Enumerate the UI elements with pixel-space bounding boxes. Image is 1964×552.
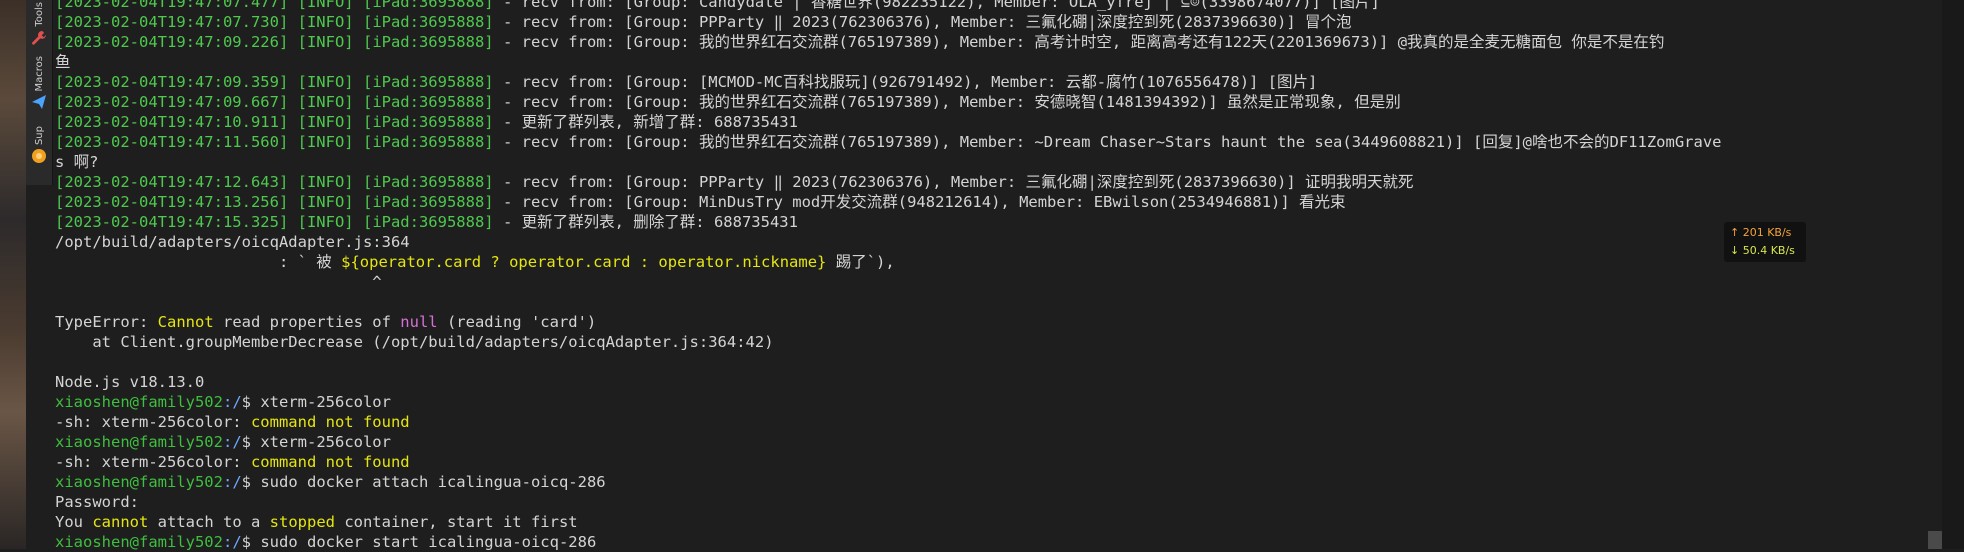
tools-label: Tools: [33, 2, 45, 27]
send-icon: [32, 95, 46, 110]
log-line: [2023-02-04T19:47:09.226] [INFO] [iPad:3…: [55, 33, 1665, 51]
sup-label: Sup: [33, 126, 45, 146]
terminal-output[interactable]: [2023-02-04T19:47:07.477] [INFO] [iPad:3…: [55, 0, 1925, 552]
log-line: [2023-02-04T19:47:07.477] [INFO] [iPad:3…: [55, 0, 1380, 11]
prompt-line: xiaoshen@family502:/$ sudo docker attach…: [55, 473, 606, 491]
wrench-icon: [32, 30, 46, 45]
stack-code-line: : ` 被 ${operator.card ? operator.card : …: [55, 253, 895, 271]
upload-speed: ↑ 201 KB/s: [1730, 226, 1792, 239]
stack-caret-line: ^: [55, 273, 382, 291]
sup-button[interactable]: Sup: [26, 126, 52, 164]
network-speed-widget: ↑ 201 KB/s ↓ 50.4 KB/s: [1724, 222, 1806, 262]
terminal-scrollbar[interactable]: [1928, 0, 1942, 549]
password-line: Password:: [55, 493, 139, 511]
prompt-line: xiaoshen@family502:/$ sudo docker start …: [55, 533, 597, 551]
log-line: [2023-02-04T19:47:09.359] [INFO] [iPad:3…: [55, 73, 1318, 91]
error-output-line: You cannot attach to a stopped container…: [55, 513, 578, 531]
side-toolbar: Tools Macros Sup: [26, 0, 53, 185]
scrollbar-thumb[interactable]: [1928, 531, 1942, 549]
error-output-line: -sh: xterm-256color: command not found: [55, 413, 410, 431]
log-line: [2023-02-04T19:47:09.667] [INFO] [iPad:3…: [55, 93, 1401, 111]
prompt-line: xiaoshen@family502:/$ xterm-256color: [55, 433, 391, 451]
coin-icon: [32, 149, 46, 164]
stack-file-line: /opt/build/adapters/oicqAdapter.js:364: [55, 233, 410, 251]
error-line: TypeError: Cannot read properties of nul…: [55, 313, 597, 331]
macros-button[interactable]: Macros: [26, 56, 52, 110]
error-output-line: -sh: xterm-256color: command not found: [55, 453, 410, 471]
adjacent-pane-edge: [1942, 0, 1964, 549]
desktop-wallpaper-strip: [0, 0, 26, 549]
log-line: [2023-02-04T19:47:12.643] [INFO] [iPad:3…: [55, 173, 1414, 191]
download-speed: ↓ 50.4 KB/s: [1730, 244, 1795, 257]
macros-label: Macros: [33, 56, 45, 92]
log-line: [2023-02-04T19:47:15.325] [INFO] [iPad:3…: [55, 213, 798, 231]
log-line: [2023-02-04T19:47:11.560] [INFO] [iPad:3…: [55, 133, 1722, 151]
log-line: [2023-02-04T19:47:07.730] [INFO] [iPad:3…: [55, 13, 1352, 31]
log-line-wrap: s 啊?: [55, 153, 99, 171]
log-line-wrap: 鱼: [55, 53, 71, 71]
prompt-line: xiaoshen@family502:/$ xterm-256color: [55, 393, 391, 411]
stack-at-line: at Client.groupMemberDecrease (/opt/buil…: [55, 333, 774, 351]
log-line: [2023-02-04T19:47:13.256] [INFO] [iPad:3…: [55, 193, 1346, 211]
log-line: [2023-02-04T19:47:10.911] [INFO] [iPad:3…: [55, 113, 798, 131]
node-version-line: Node.js v18.13.0: [55, 373, 205, 391]
tools-button[interactable]: Tools: [26, 2, 52, 46]
